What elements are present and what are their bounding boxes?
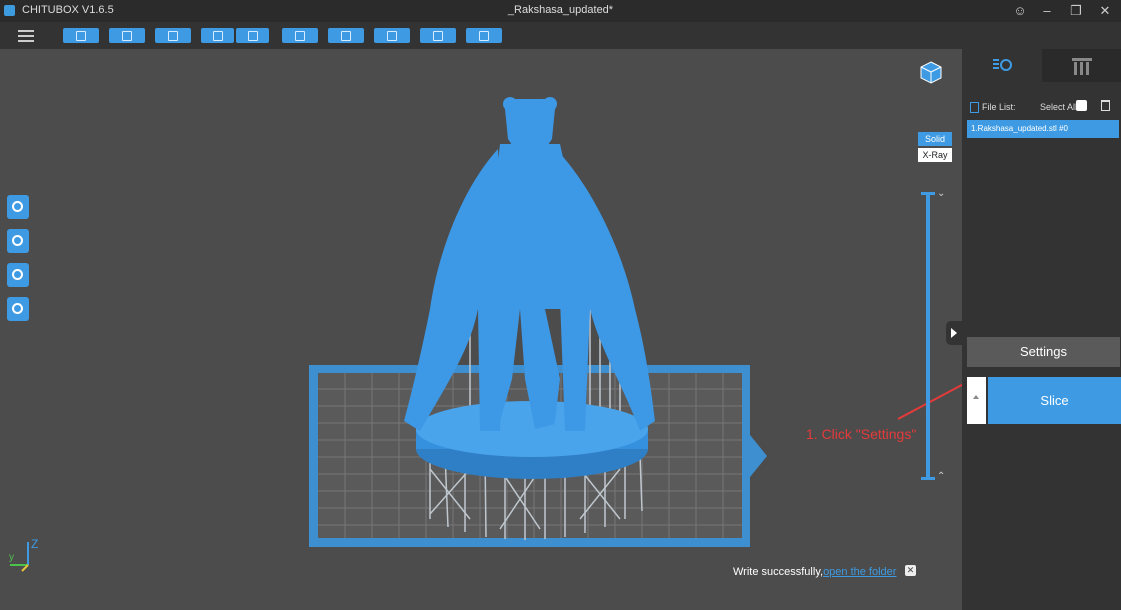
import-button[interactable] bbox=[201, 28, 234, 43]
open-folder-link[interactable]: open the folder bbox=[823, 566, 896, 578]
move-tool-button[interactable] bbox=[7, 195, 29, 219]
panel-collapse-toggle[interactable] bbox=[946, 321, 962, 345]
open-file-button[interactable] bbox=[63, 28, 99, 43]
restore-icon[interactable]: ❐ bbox=[1064, 2, 1088, 20]
select-all-checkbox[interactable] bbox=[1076, 100, 1087, 111]
arrange-icon bbox=[341, 31, 351, 41]
export-icon bbox=[247, 31, 258, 41]
copy-icon bbox=[295, 31, 305, 41]
axis-z-label: Z bbox=[31, 537, 39, 551]
save-file-button[interactable] bbox=[109, 28, 145, 43]
mirror-tool-button[interactable] bbox=[7, 297, 29, 321]
support-button[interactable] bbox=[374, 28, 410, 43]
file-icon bbox=[970, 102, 979, 113]
right-panel: File List: Select All 1.Rakshasa_updated… bbox=[962, 49, 1121, 610]
toast-close-icon[interactable]: ✕ bbox=[905, 565, 916, 576]
layer-up-chevron-icon[interactable]: ⌃ bbox=[937, 471, 945, 482]
select-all-label: Select All bbox=[1040, 102, 1078, 112]
instruction-annotation: 1. Click "Settings" bbox=[806, 426, 917, 442]
dig-hole-icon bbox=[479, 31, 489, 41]
rotate-icon bbox=[12, 235, 23, 246]
import-icon bbox=[212, 31, 223, 41]
file-list-item[interactable]: 1.Rakshasa_updated.stl #0 bbox=[967, 120, 1119, 138]
layer-slider[interactable] bbox=[926, 192, 930, 480]
viewport-3d[interactable]: Z y Solid X-Ray ⌄ ⌃ 1. Click "Settings" … bbox=[0, 49, 962, 610]
annotation-arrow bbox=[897, 383, 962, 420]
write-success-toast: Write successfully,open the folder bbox=[733, 566, 896, 578]
scene-canvas bbox=[10, 97, 962, 572]
solid-view-button[interactable]: Solid bbox=[918, 132, 952, 146]
support-icon bbox=[387, 31, 397, 41]
layer-slider-bottom-handle[interactable] bbox=[921, 477, 935, 480]
minimize-icon[interactable]: – bbox=[1035, 2, 1059, 20]
support-tab[interactable] bbox=[1042, 49, 1121, 82]
hollow-icon bbox=[433, 31, 443, 41]
menu-icon[interactable] bbox=[18, 27, 34, 43]
slice-button[interactable]: Slice bbox=[988, 377, 1121, 424]
save-file-icon bbox=[122, 31, 132, 41]
scale-tool-button[interactable] bbox=[7, 263, 29, 287]
toast-message: Write successfully, bbox=[733, 566, 824, 578]
file-list-tab[interactable] bbox=[962, 49, 1042, 82]
title-bar: CHITUBOX V1.6.5 _Rakshasa_updated* ☺ – ❐… bbox=[0, 0, 1121, 22]
xray-view-button[interactable]: X-Ray bbox=[918, 148, 952, 162]
layer-slider-top-handle[interactable] bbox=[921, 192, 935, 195]
export-button[interactable] bbox=[236, 28, 269, 43]
trash-icon[interactable] bbox=[1101, 100, 1110, 111]
file-settings-icon bbox=[993, 59, 1012, 71]
axis-y-label: y bbox=[9, 552, 14, 563]
file-list-header: File List: Select All bbox=[962, 99, 1121, 117]
mirror-icon bbox=[12, 303, 23, 314]
play-right-icon bbox=[951, 328, 957, 338]
open-file-icon bbox=[76, 31, 86, 41]
file-list-label: File List: bbox=[982, 102, 1016, 112]
toolbar bbox=[0, 22, 1121, 49]
arrange-button[interactable] bbox=[328, 28, 364, 43]
support-pillars-icon bbox=[1072, 58, 1092, 75]
rotate-tool-button[interactable] bbox=[7, 229, 29, 253]
slice-options-toggle[interactable] bbox=[967, 377, 986, 424]
document-title: _Rakshasa_updated* bbox=[507, 4, 614, 16]
settings-button[interactable]: Settings bbox=[967, 337, 1120, 367]
user-icon[interactable]: ☺ bbox=[1008, 2, 1032, 20]
caret-up-icon bbox=[973, 395, 979, 399]
scale-icon bbox=[12, 269, 23, 280]
hollow-button[interactable] bbox=[420, 28, 456, 43]
close-icon[interactable]: ✕ bbox=[1093, 2, 1117, 20]
slice-preview-icon bbox=[168, 31, 178, 41]
move-icon bbox=[12, 201, 23, 212]
copy-button[interactable] bbox=[282, 28, 318, 43]
layer-down-chevron-icon[interactable]: ⌄ bbox=[937, 188, 945, 199]
view-cube-icon[interactable] bbox=[918, 59, 944, 85]
dig-hole-button[interactable] bbox=[466, 28, 502, 43]
slice-preview-button[interactable] bbox=[155, 28, 191, 43]
